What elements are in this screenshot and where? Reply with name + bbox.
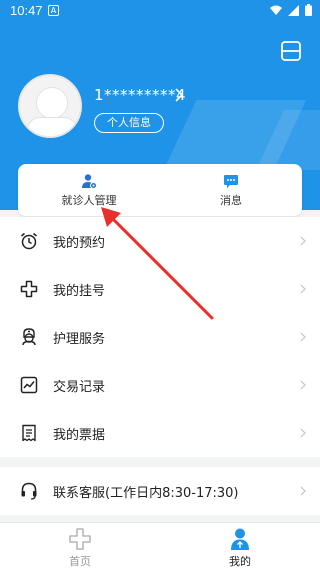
quick-action-label: 就诊人管理 <box>61 193 117 207</box>
chevron-right-icon <box>300 380 306 390</box>
menu-item-label: 联系客服(工作日内8:30-17:30) <box>53 485 239 501</box>
alarm-clock-icon <box>21 232 37 250</box>
receipt-icon <box>22 424 36 442</box>
menu-item-registrations[interactable]: 我的挂号 <box>0 265 320 313</box>
tab-label: 我的 <box>229 555 251 568</box>
chevron-right-icon <box>300 486 306 496</box>
menu-list: 我的预约 我的挂号 护理服务 交易记录 我的票据 <box>0 217 320 457</box>
tab-mine[interactable]: 我的 <box>160 523 320 569</box>
chart-icon <box>20 376 38 394</box>
headset-icon <box>21 482 37 500</box>
clock: 10:47 <box>10 3 43 18</box>
menu-item-label: 交易记录 <box>53 379 106 395</box>
home-cross-icon <box>69 528 91 550</box>
profile-icon <box>231 528 249 550</box>
patient-manage-icon <box>82 173 97 189</box>
avatar-head <box>37 88 67 118</box>
scan-icon[interactable] <box>280 40 302 62</box>
menu-item-customer-service[interactable]: 联系客服(工作日内8:30-17:30) <box>0 467 320 515</box>
avatar[interactable] <box>18 74 82 138</box>
system-icons <box>270 4 312 16</box>
status-bar: 10:47 A <box>0 0 320 22</box>
patient-manage-button[interactable]: 就诊人管理 <box>18 164 160 216</box>
menu-item-transactions[interactable]: 交易记录 <box>0 361 320 409</box>
notification-badge-icon: A <box>48 5 59 16</box>
chevron-right-icon <box>300 236 306 246</box>
chevron-right-icon <box>300 284 306 294</box>
chevron-right-icon <box>300 332 306 342</box>
menu-item-label: 我的票据 <box>53 427 106 443</box>
section-divider <box>0 457 320 467</box>
message-icon <box>224 174 238 188</box>
wifi-icon <box>270 5 282 15</box>
menu-item-nursing[interactable]: 护理服务 <box>0 313 320 361</box>
chevron-right-icon[interactable] <box>174 88 184 102</box>
tab-home[interactable]: 首页 <box>0 523 160 569</box>
bottom-tab-bar: 首页 我的 <box>0 522 320 569</box>
quick-action-label: 消息 <box>220 193 242 207</box>
message-button[interactable]: 消息 <box>160 164 302 216</box>
signal-icon <box>288 4 299 16</box>
menu-item-appointments[interactable]: 我的预约 <box>0 217 320 265</box>
menu-item-label: 我的预约 <box>53 235 106 251</box>
avatar-body <box>28 118 76 136</box>
medical-cross-icon <box>20 280 38 298</box>
menu-item-label: 护理服务 <box>53 331 106 347</box>
battery-icon <box>305 4 312 16</box>
chevron-right-icon <box>300 428 306 438</box>
menu-item-receipts[interactable]: 我的票据 <box>0 409 320 457</box>
profile-info-button[interactable]: 个人信息 <box>94 113 164 133</box>
menu-item-label: 我的挂号 <box>53 283 106 299</box>
quick-actions-card: 就诊人管理 消息 <box>18 164 302 216</box>
user-id[interactable]: 1*********4 <box>94 86 186 104</box>
tab-label: 首页 <box>69 555 91 568</box>
nurse-icon <box>22 328 36 346</box>
